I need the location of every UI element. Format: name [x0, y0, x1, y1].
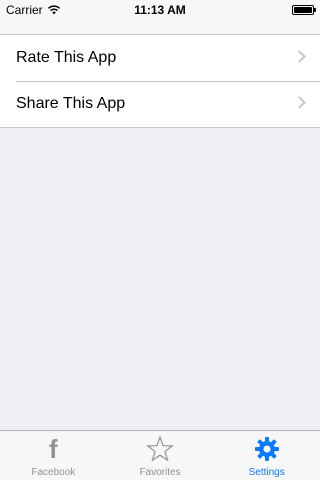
tab-facebook[interactable]: f Facebook — [0, 431, 107, 480]
status-time: 11:13 AM — [134, 3, 186, 17]
tab-bar: f Facebook Favorites Settings — [0, 430, 320, 480]
chevron-right-icon — [293, 96, 306, 109]
facebook-icon: f — [48, 434, 58, 464]
chevron-right-icon — [293, 50, 306, 63]
share-app-row[interactable]: Share This App — [0, 81, 320, 127]
rate-app-label: Rate This App — [16, 49, 117, 66]
navigation-bar — [0, 20, 320, 34]
tab-settings[interactable]: Settings — [213, 431, 320, 480]
status-bar: Carrier 11:13 AM — [0, 0, 320, 20]
star-icon — [145, 434, 175, 464]
battery-level — [294, 7, 312, 13]
tab-facebook-label: Facebook — [31, 467, 76, 478]
gear-icon — [252, 434, 282, 464]
tab-settings-label: Settings — [248, 467, 285, 478]
share-app-label: Share This App — [16, 95, 126, 112]
settings-list: Rate This App Share This App — [0, 34, 320, 128]
tab-favorites[interactable]: Favorites — [107, 431, 214, 480]
battery-icon — [292, 5, 316, 15]
rate-app-row[interactable]: Rate This App — [0, 35, 320, 81]
tab-favorites-label: Favorites — [139, 467, 181, 478]
